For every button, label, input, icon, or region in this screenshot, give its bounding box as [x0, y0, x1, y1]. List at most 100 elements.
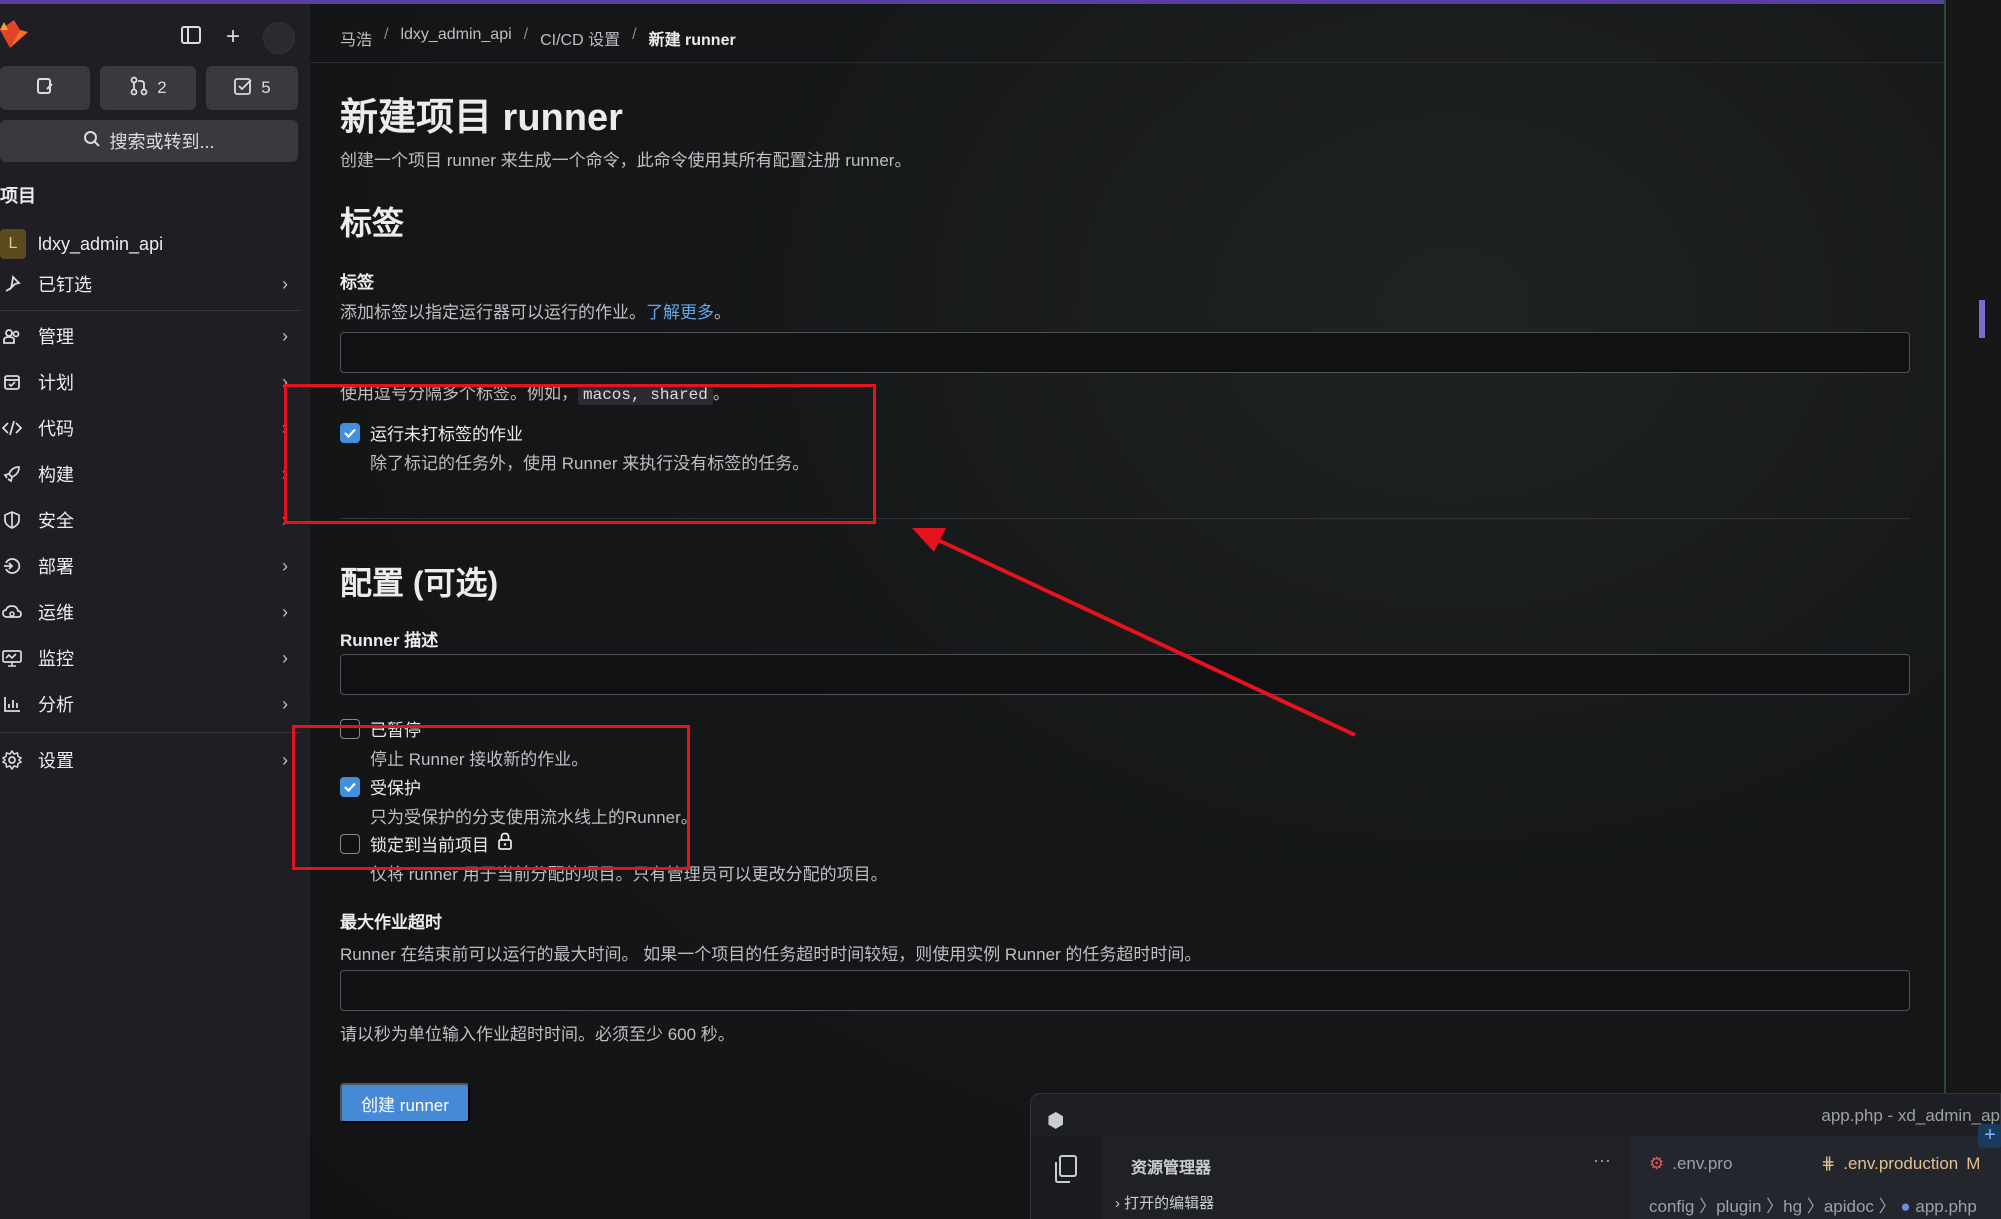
sidebar-item-operate[interactable]: 运维 ›	[0, 594, 300, 630]
breadcrumb-separator: /	[384, 26, 389, 43]
sidebar-item-monitor[interactable]: 监控 ›	[0, 640, 300, 676]
chevron-right-icon: ›	[282, 648, 288, 668]
merge-requests-count: 2	[157, 78, 167, 97]
sidebar-item-label: 计划	[38, 373, 74, 393]
chevron-right-icon: ›	[282, 556, 288, 576]
project-avatar: L	[0, 229, 26, 259]
explorer-title: 资源管理器	[1131, 1160, 1212, 1177]
calendar-icon	[0, 373, 24, 391]
chevron-right-icon: ›	[282, 602, 288, 622]
sidebar-item-label: 监控	[38, 649, 74, 669]
sidebar-item-label: 部署	[38, 557, 74, 577]
sidebar-item-label: 设置	[38, 751, 74, 771]
gitlab-logo-icon[interactable]	[0, 18, 32, 54]
sidebar-item-pinned[interactable]: 已钉选 ›	[0, 266, 300, 302]
breadcrumb-separator: /	[523, 26, 529, 43]
modified-badge: M	[1966, 1154, 1981, 1173]
merge-requests-button[interactable]: 2	[100, 66, 196, 110]
sidebar-item-label: 管理	[38, 327, 74, 347]
breadcrumb-separator: /	[632, 26, 637, 43]
monitor-icon	[0, 649, 24, 667]
breadcrumb-path[interactable]: config 〉plugin 〉hg 〉apidoc 〉	[1649, 1197, 1896, 1216]
sidebar-item-label: 安全	[38, 511, 74, 531]
chevron-right-icon: ›	[282, 326, 288, 346]
create-runner-button[interactable]: 创建 runner	[340, 1083, 470, 1123]
open-editors-section[interactable]: › 打开的编辑器	[1115, 1192, 1214, 1213]
create-new-icon[interactable]: +	[220, 24, 246, 50]
right-edge-panel	[1944, 0, 2001, 1219]
vscode-editor: + ⚙ .env.pro ⋕ .env.production M config …	[1631, 1124, 2001, 1219]
cloud-icon	[0, 603, 24, 621]
deployments-icon	[0, 557, 24, 575]
tags-help-text: 添加标签以指定运行器可以运行的作业。	[340, 303, 646, 322]
vscode-window: ⬢ app.php - xd_admin_ap 资源管理器 ··· › 打开的编…	[1030, 1093, 2001, 1219]
search-button[interactable]: 搜索或转到...	[0, 120, 298, 162]
chart-icon	[0, 695, 24, 713]
todos-button[interactable]: 5	[206, 66, 298, 110]
page-subtitle: 创建一个项目 runner 来生成一个命令，此命令使用其所有配置注册 runne…	[340, 151, 912, 170]
issues-button[interactable]	[0, 66, 90, 110]
code-icon	[0, 419, 24, 437]
chevron-right-icon: ›	[1115, 1195, 1120, 1212]
sidebar-divider	[0, 310, 300, 311]
config-file-icon: ⚙	[1649, 1154, 1665, 1173]
sidebar-item-code[interactable]: 代码 ›	[0, 410, 300, 446]
sidebar-section-title: 项目	[0, 186, 36, 206]
tags-input[interactable]	[340, 332, 1910, 373]
learn-more-link[interactable]: 了解更多	[646, 303, 714, 322]
tags-help-end: 。	[714, 303, 731, 322]
max-timeout-label: 最大作业超时	[340, 913, 442, 932]
scroll-marker	[1979, 300, 1985, 338]
add-icon[interactable]: +	[1978, 1124, 2001, 1148]
files-icon[interactable]	[1051, 1154, 1079, 1189]
chevron-right-icon: ›	[282, 750, 288, 770]
sidebar-item-settings[interactable]: 设置 ›	[0, 742, 300, 778]
rocket-icon	[0, 465, 24, 483]
max-timeout-input[interactable]	[340, 970, 1910, 1011]
sidebar-item-plan[interactable]: 计划 ›	[0, 364, 300, 400]
editor-tab-env-pro[interactable]: ⚙ .env.pro	[1649, 1154, 1732, 1174]
vscode-activity-bar	[1031, 1136, 1101, 1219]
tab-label: .env.pro	[1672, 1154, 1733, 1173]
pin-icon	[0, 275, 24, 293]
breadcrumb-item-user[interactable]: 马浩	[340, 26, 372, 50]
annotation-box-protected	[292, 725, 690, 870]
chevron-right-icon: ›	[282, 274, 288, 294]
sidebar-item-label: 已钉选	[38, 275, 92, 295]
sidebar-divider	[0, 732, 300, 733]
sidebar-item-label: 构建	[38, 465, 74, 485]
sidebar-item-security[interactable]: 安全 ›	[0, 502, 300, 538]
breadcrumb-item-current[interactable]: 新建 runner	[649, 26, 736, 50]
more-actions-icon[interactable]: ···	[1593, 1150, 1611, 1171]
sidebar-project-link[interactable]: L ldxy_admin_api	[0, 226, 163, 262]
search-icon	[83, 130, 101, 153]
open-editors-label: 打开的编辑器	[1124, 1195, 1215, 1212]
issues-icon	[35, 76, 55, 101]
user-avatar[interactable]	[263, 22, 295, 54]
vscode-window-title: app.php - xd_admin_ap	[1821, 1106, 2000, 1125]
settings-file-icon: ⋕	[1821, 1154, 1836, 1173]
project-name: ldxy_admin_api	[38, 233, 164, 254]
tags-label: 标签	[340, 273, 374, 292]
sidebar-item-deploy[interactable]: 部署 ›	[0, 548, 300, 584]
toggle-sidebar-icon[interactable]	[178, 24, 204, 50]
vscode-explorer: 资源管理器 ··· › 打开的编辑器	[1101, 1136, 1631, 1219]
sidebar-item-manage[interactable]: 管理 ›	[0, 318, 300, 354]
editor-tab-env-production[interactable]: ⋕ .env.production M	[1821, 1154, 1980, 1174]
breadcrumb-item-project[interactable]: ldxy_admin_api	[400, 26, 511, 50]
sidebar-item-label: 运维	[38, 603, 74, 623]
tags-help: 添加标签以指定运行器可以运行的作业。了解更多。	[340, 298, 731, 323]
todo-icon	[233, 76, 253, 101]
todos-count: 5	[261, 78, 271, 97]
runner-description-input[interactable]	[340, 654, 1910, 695]
breadcrumb: 马浩 / ldxy_admin_api / CI/CD 设置 / 新建 runn…	[340, 26, 736, 50]
breadcrumb-item-cicd-settings[interactable]: CI/CD 设置	[540, 26, 620, 50]
sidebar-item-analyze[interactable]: 分析 ›	[0, 686, 300, 722]
left-sidebar: + 2 5 搜索或转到... 项目 L ldxy_admin_api 已钉选 ›	[0, 4, 310, 1219]
shield-icon	[0, 511, 24, 529]
tab-label: .env.production	[1843, 1154, 1959, 1173]
breadcrumb-file[interactable]: app.php	[1915, 1197, 1976, 1216]
config-section-title: 配置 (可选)	[340, 565, 499, 601]
sidebar-item-build[interactable]: 构建 ›	[0, 456, 300, 492]
main-content: 马浩 / ldxy_admin_api / CI/CD 设置 / 新建 runn…	[310, 4, 1944, 1219]
